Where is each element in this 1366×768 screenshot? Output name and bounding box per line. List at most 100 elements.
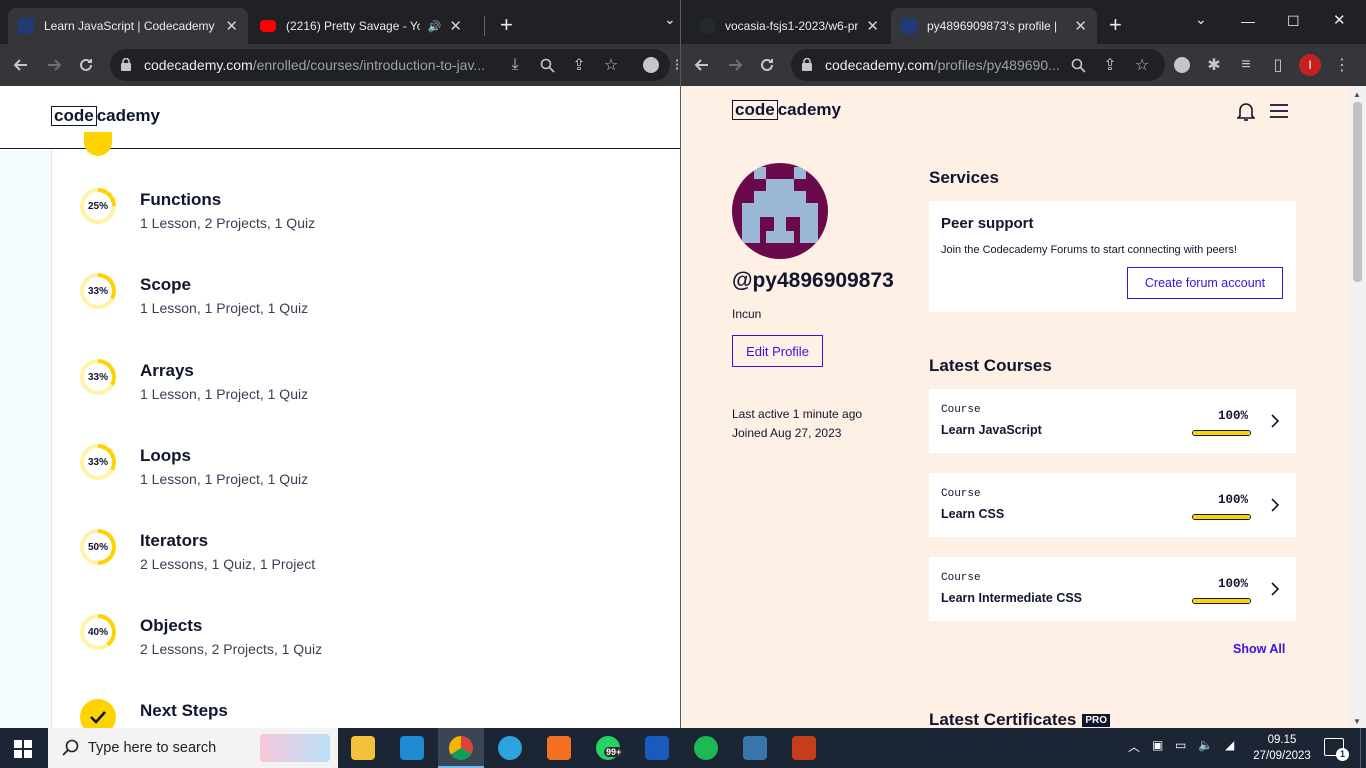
python-idle-icon[interactable]: [743, 736, 767, 760]
meet-now-icon[interactable]: ▣: [1152, 738, 1163, 752]
scroll-down-icon[interactable]: ▼: [1353, 717, 1361, 726]
module-title[interactable]: Arrays: [140, 361, 194, 381]
hamburger-menu-icon[interactable]: [1270, 104, 1288, 118]
create-forum-account-button[interactable]: Create forum account: [1127, 267, 1283, 299]
course-card[interactable]: Course Learn Intermediate CSS 100%: [929, 557, 1296, 621]
close-tab-icon[interactable]: ✕: [866, 17, 879, 35]
module-subtitle: 1 Lesson, 1 Project, 1 Quiz: [140, 471, 309, 487]
bookmark-star-icon[interactable]: ☆: [600, 54, 622, 76]
tab-search-icon[interactable]: ⌄: [1195, 6, 1207, 32]
module-title[interactable]: Scope: [140, 275, 191, 295]
chevron-right-icon[interactable]: [1269, 413, 1281, 429]
telegram-icon[interactable]: [498, 736, 522, 760]
download-icon[interactable]: ⤓: [504, 54, 526, 76]
scrollbar-thumb[interactable]: [1353, 102, 1362, 282]
whatsapp-unread-badge: 99+: [604, 747, 624, 757]
side-panel-icon[interactable]: ▯: [1267, 54, 1289, 76]
course-card[interactable]: Course Learn JavaScript 100%: [929, 389, 1296, 453]
close-window-icon[interactable]: ✕: [1333, 8, 1346, 34]
scroll-up-icon[interactable]: ▲: [1353, 90, 1361, 99]
close-tab-icon[interactable]: ✕: [449, 17, 462, 35]
windows-start-icon[interactable]: [14, 740, 32, 758]
tab-codecademy-profile[interactable]: py4896909873's profile | ✕: [891, 8, 1097, 44]
tab-codecademy-course[interactable]: Learn JavaScript | Codecademy ✕: [8, 8, 248, 44]
tab-title: (2216) Pretty Savage - YouTu: [286, 19, 420, 33]
word-icon[interactable]: [645, 736, 669, 760]
spotify-icon[interactable]: [694, 736, 718, 760]
back-icon[interactable]: [691, 54, 713, 76]
battery-icon[interactable]: ▭: [1175, 738, 1186, 752]
course-card[interactable]: Course Learn CSS 100%: [929, 473, 1296, 537]
bookmark-star-icon[interactable]: ☆: [1131, 54, 1153, 76]
module-subtitle: 2 Lessons, 2 Projects, 1 Quiz: [140, 641, 323, 657]
volume-icon[interactable]: 🔈: [1198, 738, 1213, 752]
powerpoint-icon[interactable]: [792, 736, 816, 760]
profile-name: Incun: [732, 307, 762, 321]
reload-icon[interactable]: [756, 54, 778, 76]
chevron-right-icon[interactable]: [1269, 497, 1281, 513]
progress-ring: 33%: [80, 444, 116, 480]
extensions-overflow-icon[interactable]: ⁝: [666, 54, 680, 76]
module-title[interactable]: Next Steps: [140, 701, 228, 721]
show-desktop-button[interactable]: [1360, 728, 1366, 768]
module-title[interactable]: Iterators: [140, 531, 208, 551]
module-title[interactable]: Objects: [140, 616, 202, 636]
module-title[interactable]: Functions: [140, 190, 221, 210]
show-all-link[interactable]: Show All: [1233, 642, 1285, 656]
tab-github[interactable]: vocasia-fsjs1-2023/w6-pr ✕: [689, 8, 889, 44]
progress-label: 33%: [84, 448, 112, 476]
last-active-text: Last active 1 minute ago: [732, 407, 863, 421]
profile-avatar-icon[interactable]: I: [1299, 54, 1321, 76]
codecademy-favicon-icon: [18, 18, 34, 34]
module-title[interactable]: Loops: [140, 446, 191, 466]
forward-icon[interactable]: [724, 54, 746, 76]
forward-icon[interactable]: [43, 54, 65, 76]
latest-courses-heading: Latest Courses: [929, 356, 1052, 375]
menu-kebab-icon[interactable]: ⋮: [1331, 54, 1353, 76]
audio-playing-icon[interactable]: 🔊: [428, 20, 442, 33]
course-kind: Course: [941, 404, 981, 416]
minimize-icon[interactable]: —: [1241, 8, 1255, 34]
module-subtitle: 1 Lesson, 1 Project, 1 Quiz: [140, 386, 309, 402]
share-icon[interactable]: ⇪: [568, 54, 590, 76]
bell-icon[interactable]: [1236, 102, 1257, 122]
profile-handle: @py4896909873: [732, 269, 894, 292]
extension-chat-icon[interactable]: [1171, 54, 1193, 76]
browser-window-right: vocasia-fsjs1-2023/w6-pr ✕ py4896909873'…: [680, 0, 1366, 728]
close-tab-icon[interactable]: ✕: [1074, 17, 1087, 35]
logo-text: cademy: [777, 100, 842, 119]
clock-date: 27/09/2023: [1253, 750, 1311, 762]
extensions-puzzle-icon[interactable]: ✱: [1203, 54, 1225, 76]
certificates-heading-text: Latest Certificates: [929, 710, 1077, 728]
search-highlight-art-icon: [260, 734, 330, 762]
chevron-right-icon[interactable]: [1269, 581, 1281, 597]
share-icon[interactable]: ⇪: [1099, 54, 1121, 76]
reload-icon[interactable]: [75, 54, 97, 76]
progress-ring: 25%: [80, 188, 116, 224]
maximize-icon[interactable]: ☐: [1287, 8, 1300, 34]
media-control-icon[interactable]: ≡: [1235, 54, 1257, 76]
tab-search-icon[interactable]: ⌄: [664, 6, 676, 32]
taskbar-clock[interactable]: 09.15 27/09/2023: [1250, 732, 1314, 764]
wifi-icon[interactable]: ◢: [1225, 738, 1234, 752]
vscode-icon[interactable]: [400, 736, 424, 760]
codecademy-logo[interactable]: code cademy: [51, 106, 160, 126]
new-tab-icon[interactable]: +: [500, 12, 513, 38]
taskbar-search-box[interactable]: Type here to search: [48, 728, 338, 768]
back-icon[interactable]: [10, 54, 32, 76]
show-hidden-icons-icon[interactable]: ︿: [1128, 738, 1140, 755]
edit-profile-button[interactable]: Edit Profile: [732, 335, 823, 367]
extension-chat-icon[interactable]: [640, 54, 662, 76]
chrome-taskbar-button[interactable]: [438, 728, 484, 768]
new-tab-icon[interactable]: +: [1109, 12, 1122, 38]
scrollbar[interactable]: ▲ ▼: [1349, 86, 1366, 728]
file-explorer-icon[interactable]: [351, 736, 375, 760]
tab-youtube[interactable]: (2216) Pretty Savage - YouTu 🔊 ✕: [250, 8, 472, 44]
close-tab-icon[interactable]: ✕: [225, 17, 238, 35]
profile-page: code cademy @py4896909873 Incun Edit Prof: [681, 86, 1366, 728]
notification-center-icon[interactable]: 1: [1324, 738, 1349, 761]
codecademy-logo[interactable]: code cademy: [732, 100, 841, 120]
zoom-icon[interactable]: [536, 54, 558, 76]
zoom-icon[interactable]: [1067, 54, 1089, 76]
xampp-icon[interactable]: [547, 736, 571, 760]
